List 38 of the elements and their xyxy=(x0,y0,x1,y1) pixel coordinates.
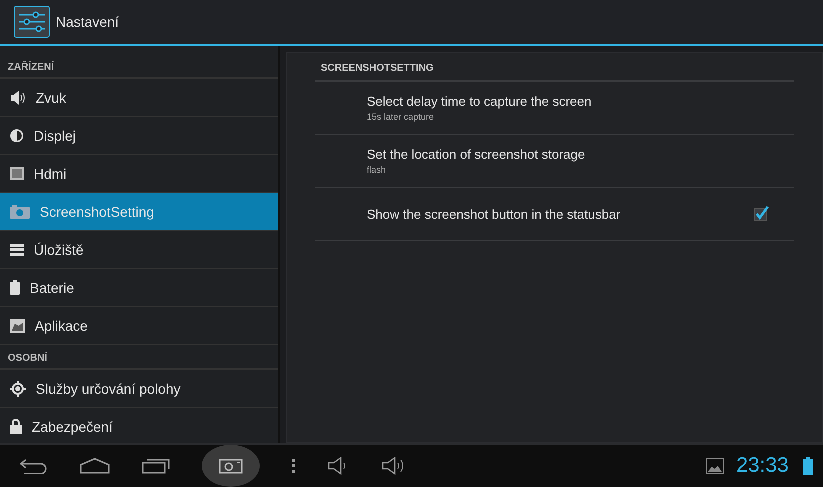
settings-sliders-icon[interactable] xyxy=(14,6,50,38)
home-icon[interactable] xyxy=(80,458,110,474)
checkbox[interactable] xyxy=(754,206,770,222)
back-icon[interactable] xyxy=(20,458,48,474)
settings-item[interactable]: Zvuk xyxy=(0,79,278,117)
preference-title: Select delay time to capture the screen xyxy=(367,94,593,109)
camera-icon xyxy=(10,204,30,218)
preference-title: Show the screenshot button in the statusbar xyxy=(367,206,622,222)
category-header: SCREENSHOTSETTING xyxy=(315,53,794,82)
recent-apps-icon[interactable] xyxy=(142,458,170,474)
battery-icon xyxy=(803,457,813,475)
lock-icon xyxy=(10,419,22,434)
settings-item[interactable]: Baterie xyxy=(0,269,278,307)
camera-icon xyxy=(219,458,243,474)
section-header: OSOBNÍ xyxy=(0,345,278,370)
preference-row[interactable]: Select delay time to capture the screen 15s later capture xyxy=(315,82,794,135)
screen-icon xyxy=(10,167,24,180)
app-title: Nastavení xyxy=(56,14,120,30)
location-icon xyxy=(10,380,26,396)
storage-icon xyxy=(10,244,24,256)
brightness-icon xyxy=(10,128,24,142)
preference-title: Set the location of screenshot storage xyxy=(367,147,586,162)
clock: 23:33 xyxy=(736,454,789,478)
preference-summary: flash xyxy=(367,165,388,175)
speaker-icon xyxy=(10,90,26,104)
section-header: ZAŘÍZENÍ xyxy=(0,46,278,79)
battery-icon xyxy=(10,280,20,295)
overflow-menu-icon[interactable] xyxy=(292,459,296,473)
picture-icon xyxy=(10,318,25,332)
preference-summary: 15s later capture xyxy=(367,112,436,122)
preference-row[interactable]: Show the screenshot button in the statusbar xyxy=(315,188,794,241)
settings-item[interactable]: Služby určování polohy xyxy=(0,370,278,408)
preference-row[interactable]: Set the location of screenshot storage flash xyxy=(315,135,794,188)
picture-icon[interactable] xyxy=(706,458,724,474)
settings-item[interactable]: Displej xyxy=(0,117,278,155)
settings-item[interactable]: ScreenshotSetting xyxy=(0,193,278,231)
settings-item[interactable]: Úložiště xyxy=(0,231,278,269)
settings-item[interactable]: Aplikace xyxy=(0,307,278,345)
